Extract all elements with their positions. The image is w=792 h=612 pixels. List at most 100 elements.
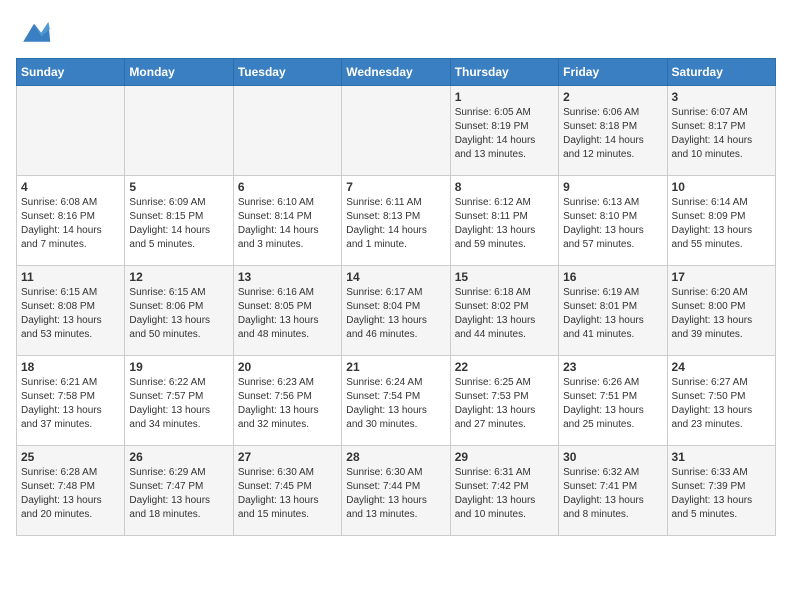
day-number: 16	[563, 270, 662, 284]
calendar-day-cell: 3Sunrise: 6:07 AM Sunset: 8:17 PM Daylig…	[667, 86, 775, 176]
day-info: Sunrise: 6:11 AM Sunset: 8:13 PM Dayligh…	[346, 196, 445, 252]
calendar-day-cell	[125, 86, 233, 176]
logo-icon	[16, 16, 52, 46]
day-info: Sunrise: 6:08 AM Sunset: 8:16 PM Dayligh…	[21, 196, 120, 252]
calendar-week-row: 18Sunrise: 6:21 AM Sunset: 7:58 PM Dayli…	[17, 356, 776, 446]
calendar-day-cell: 16 Sunrise: 6:19 AM Sunset: 8:01 PM Dayli…	[559, 266, 667, 356]
day-number: 4	[21, 180, 120, 194]
calendar-day-cell: 20 Sunrise: 6:23 AM Sunset: 7:56 PM Dayli…	[233, 356, 341, 446]
day-info: Sunrise: 6:15 AM Sunset: 8:06 PM Dayligh…	[129, 286, 228, 342]
day-info: Sunrise: 6:27 AM Sunset: 7:50 PM Dayligh…	[672, 376, 771, 432]
calendar-day-cell: 19 Sunrise: 6:22 AM Sunset: 7:57 PM Dayli…	[125, 356, 233, 446]
calendar-day-cell: 9Sunrise: 6:13 AM Sunset: 8:10 PM Daylig…	[559, 176, 667, 266]
calendar-day-cell: 21 Sunrise: 6:24 AM Sunset: 7:54 PM Dayli…	[342, 356, 450, 446]
calendar-day-cell: 6 Sunrise: 6:10 AM Sunset: 8:14 PM Daylig…	[233, 176, 341, 266]
day-info: Sunrise: 6:30 AM Sunset: 7:44 PM Dayligh…	[346, 466, 445, 522]
calendar-day-cell	[17, 86, 125, 176]
day-info: Sunrise: 6:20 AM Sunset: 8:00 PM Dayligh…	[672, 286, 771, 342]
calendar-week-row: 1 Sunrise: 6:05 AM Sunset: 8:19 PM Daylig…	[17, 86, 776, 176]
calendar-day-cell: 27 Sunrise: 6:30 AM Sunset: 7:45 PM Dayli…	[233, 446, 341, 536]
day-info: Sunrise: 6:06 AM Sunset: 8:18 PM Dayligh…	[563, 106, 662, 162]
calendar-week-row: 11 Sunrise: 6:15 AM Sunset: 8:08 PM Dayli…	[17, 266, 776, 356]
day-number: 18	[21, 360, 120, 374]
calendar-header-row: SundayMondayTuesdayWednesdayThursdayFrid…	[17, 59, 776, 86]
day-number: 26	[129, 450, 228, 464]
calendar-week-row: 4 Sunrise: 6:08 AM Sunset: 8:16 PM Daylig…	[17, 176, 776, 266]
day-info: Sunrise: 6:24 AM Sunset: 7:54 PM Dayligh…	[346, 376, 445, 432]
weekday-header: Saturday	[667, 59, 775, 86]
calendar-week-row: 25 Sunrise: 6:28 AM Sunset: 7:48 PM Dayli…	[17, 446, 776, 536]
calendar-day-cell: 2 Sunrise: 6:06 AM Sunset: 8:18 PM Daylig…	[559, 86, 667, 176]
day-info: Sunrise: 6:10 AM Sunset: 8:14 PM Dayligh…	[238, 196, 337, 252]
day-number: 13	[238, 270, 337, 284]
day-number: 29	[455, 450, 554, 464]
day-info: Sunrise: 6:31 AM Sunset: 7:42 PM Dayligh…	[455, 466, 554, 522]
day-number: 14	[346, 270, 445, 284]
day-number: 8	[455, 180, 554, 194]
day-info: Sunrise: 6:17 AM Sunset: 8:04 PM Dayligh…	[346, 286, 445, 342]
day-number: 7	[346, 180, 445, 194]
day-number: 11	[21, 270, 120, 284]
weekday-header: Friday	[559, 59, 667, 86]
calendar-day-cell: 11 Sunrise: 6:15 AM Sunset: 8:08 PM Dayli…	[17, 266, 125, 356]
calendar-day-cell: 30Sunrise: 6:32 AM Sunset: 7:41 PM Dayli…	[559, 446, 667, 536]
day-number: 31	[672, 450, 771, 464]
day-info: Sunrise: 6:12 AM Sunset: 8:11 PM Dayligh…	[455, 196, 554, 252]
weekday-header: Thursday	[450, 59, 558, 86]
day-info: Sunrise: 6:32 AM Sunset: 7:41 PM Dayligh…	[563, 466, 662, 522]
calendar-day-cell: 22Sunrise: 6:25 AM Sunset: 7:53 PM Dayli…	[450, 356, 558, 446]
calendar-day-cell: 28Sunrise: 6:30 AM Sunset: 7:44 PM Dayli…	[342, 446, 450, 536]
weekday-header: Wednesday	[342, 59, 450, 86]
day-number: 22	[455, 360, 554, 374]
day-number: 1	[455, 90, 554, 104]
calendar-day-cell: 7 Sunrise: 6:11 AM Sunset: 8:13 PM Daylig…	[342, 176, 450, 266]
day-number: 12	[129, 270, 228, 284]
calendar-day-cell: 24Sunrise: 6:27 AM Sunset: 7:50 PM Dayli…	[667, 356, 775, 446]
day-number: 20	[238, 360, 337, 374]
day-info: Sunrise: 6:07 AM Sunset: 8:17 PM Dayligh…	[672, 106, 771, 162]
day-info: Sunrise: 6:22 AM Sunset: 7:57 PM Dayligh…	[129, 376, 228, 432]
day-number: 6	[238, 180, 337, 194]
page-header	[16, 16, 776, 46]
calendar-day-cell: 17Sunrise: 6:20 AM Sunset: 8:00 PM Dayli…	[667, 266, 775, 356]
day-info: Sunrise: 6:16 AM Sunset: 8:05 PM Dayligh…	[238, 286, 337, 342]
day-info: Sunrise: 6:23 AM Sunset: 7:56 PM Dayligh…	[238, 376, 337, 432]
calendar-day-cell: 25 Sunrise: 6:28 AM Sunset: 7:48 PM Dayli…	[17, 446, 125, 536]
day-number: 9	[563, 180, 662, 194]
day-number: 21	[346, 360, 445, 374]
calendar-day-cell: 5 Sunrise: 6:09 AM Sunset: 8:15 PM Daylig…	[125, 176, 233, 266]
day-number: 23	[563, 360, 662, 374]
day-info: Sunrise: 6:14 AM Sunset: 8:09 PM Dayligh…	[672, 196, 771, 252]
day-info: Sunrise: 6:05 AM Sunset: 8:19 PM Dayligh…	[455, 106, 554, 162]
calendar-day-cell: 15 Sunrise: 6:18 AM Sunset: 8:02 PM Dayli…	[450, 266, 558, 356]
calendar-day-cell: 4 Sunrise: 6:08 AM Sunset: 8:16 PM Daylig…	[17, 176, 125, 266]
day-info: Sunrise: 6:19 AM Sunset: 8:01 PM Dayligh…	[563, 286, 662, 342]
calendar-day-cell: 23Sunrise: 6:26 AM Sunset: 7:51 PM Dayli…	[559, 356, 667, 446]
calendar-day-cell: 18Sunrise: 6:21 AM Sunset: 7:58 PM Dayli…	[17, 356, 125, 446]
calendar-day-cell: 29 Sunrise: 6:31 AM Sunset: 7:42 PM Dayli…	[450, 446, 558, 536]
calendar-day-cell	[342, 86, 450, 176]
weekday-header: Sunday	[17, 59, 125, 86]
day-number: 25	[21, 450, 120, 464]
calendar-day-cell: 26Sunrise: 6:29 AM Sunset: 7:47 PM Dayli…	[125, 446, 233, 536]
calendar-day-cell: 12 Sunrise: 6:15 AM Sunset: 8:06 PM Dayli…	[125, 266, 233, 356]
day-number: 5	[129, 180, 228, 194]
calendar-day-cell: 10 Sunrise: 6:14 AM Sunset: 8:09 PM Dayli…	[667, 176, 775, 266]
calendar-day-cell: 13 Sunrise: 6:16 AM Sunset: 8:05 PM Dayli…	[233, 266, 341, 356]
day-info: Sunrise: 6:30 AM Sunset: 7:45 PM Dayligh…	[238, 466, 337, 522]
day-info: Sunrise: 6:18 AM Sunset: 8:02 PM Dayligh…	[455, 286, 554, 342]
calendar-day-cell	[233, 86, 341, 176]
calendar-day-cell: 14 Sunrise: 6:17 AM Sunset: 8:04 PM Dayli…	[342, 266, 450, 356]
weekday-header: Tuesday	[233, 59, 341, 86]
calendar-day-cell: 31Sunrise: 6:33 AM Sunset: 7:39 PM Dayli…	[667, 446, 775, 536]
day-number: 19	[129, 360, 228, 374]
day-number: 2	[563, 90, 662, 104]
day-number: 27	[238, 450, 337, 464]
day-number: 15	[455, 270, 554, 284]
calendar-day-cell: 8 Sunrise: 6:12 AM Sunset: 8:11 PM Daylig…	[450, 176, 558, 266]
day-info: Sunrise: 6:09 AM Sunset: 8:15 PM Dayligh…	[129, 196, 228, 252]
calendar-table: SundayMondayTuesdayWednesdayThursdayFrid…	[16, 58, 776, 536]
day-info: Sunrise: 6:15 AM Sunset: 8:08 PM Dayligh…	[21, 286, 120, 342]
day-info: Sunrise: 6:28 AM Sunset: 7:48 PM Dayligh…	[21, 466, 120, 522]
day-number: 10	[672, 180, 771, 194]
